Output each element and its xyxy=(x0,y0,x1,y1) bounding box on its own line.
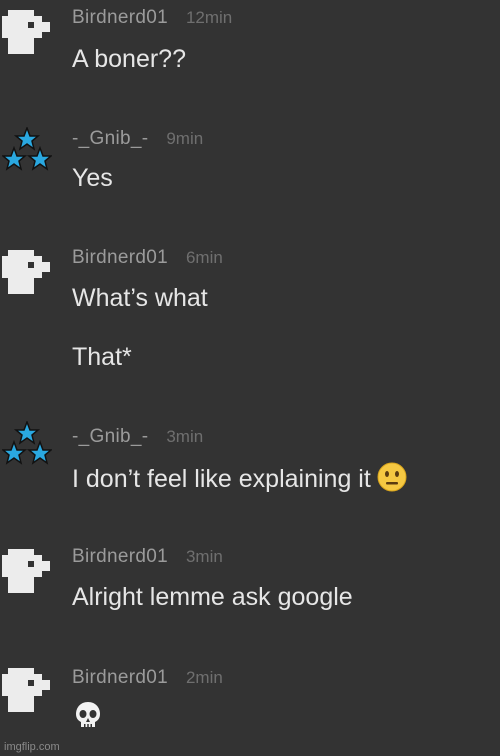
avatar-stars-icon[interactable] xyxy=(2,421,52,465)
skull-icon xyxy=(72,700,104,732)
timestamp: 6min xyxy=(185,248,223,267)
message-text-row: I don’t feel like explaining it xyxy=(72,462,407,494)
timestamp: 3min xyxy=(185,547,223,566)
comment-meta: Birdnerd01 12min xyxy=(72,6,232,30)
username-link[interactable]: Birdnerd01 xyxy=(72,546,168,567)
avatar-bird-icon[interactable] xyxy=(2,250,52,294)
imgflip-watermark: imgflip.com xyxy=(4,741,60,753)
comment-meta: Birdnerd01 6min xyxy=(72,246,223,270)
timestamp: 3min xyxy=(166,427,204,446)
avatar-bird-icon[interactable] xyxy=(2,10,52,54)
comment-feed: Birdnerd01 12min A boner?? -_Gnib_- 9min Y… xyxy=(0,0,500,756)
username-link[interactable]: -_Gnib_- xyxy=(72,128,148,149)
avatar-stars-icon[interactable] xyxy=(2,127,52,171)
comment-meta: Birdnerd01 3min xyxy=(72,545,223,569)
username-link[interactable]: -_Gnib_- xyxy=(72,426,148,447)
username-link[interactable]: Birdnerd01 xyxy=(72,247,168,268)
timestamp: 12min xyxy=(185,8,233,27)
message-text-row xyxy=(72,700,104,739)
timestamp: 9min xyxy=(166,129,204,148)
username-link[interactable]: Birdnerd01 xyxy=(72,667,168,688)
message-text: I don’t feel like explaining it xyxy=(72,465,371,493)
neutral-face-icon xyxy=(377,462,407,492)
comment-meta: -_Gnib_- 9min xyxy=(72,127,203,151)
avatar-bird-icon[interactable] xyxy=(2,549,52,593)
message-text: Yes xyxy=(72,164,113,192)
message-text: A boner?? xyxy=(72,45,186,73)
message-text: What’s what xyxy=(72,284,208,312)
comment-meta: Birdnerd01 2min xyxy=(72,666,223,690)
avatar-bird-icon[interactable] xyxy=(2,668,52,712)
comment-meta: -_Gnib_- 3min xyxy=(72,425,203,449)
username-link[interactable]: Birdnerd01 xyxy=(72,7,168,28)
timestamp: 2min xyxy=(185,668,223,687)
message-text: That* xyxy=(72,343,132,371)
message-text: Alright lemme ask google xyxy=(72,583,353,611)
